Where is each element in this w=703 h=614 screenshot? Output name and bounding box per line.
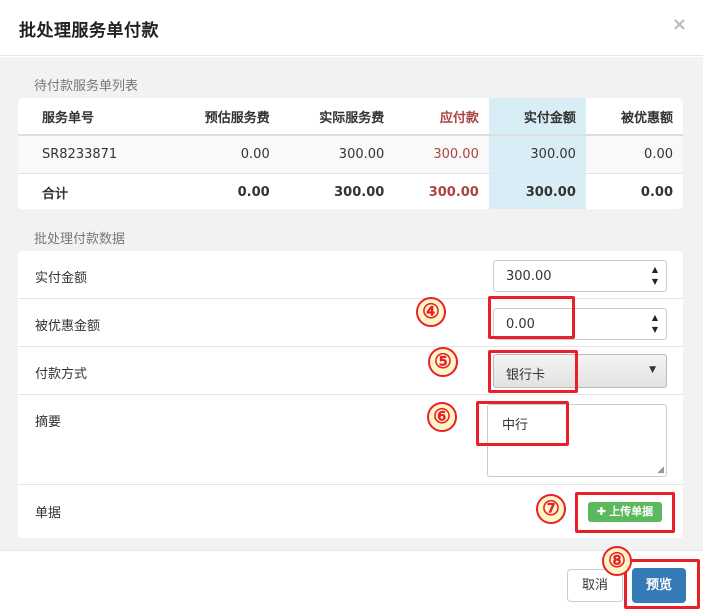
paid-amount-input[interactable]: 300.00 ▲ ▼ — [493, 260, 667, 292]
table-cell: 0.00 — [585, 172, 683, 209]
document-label: 单据 — [35, 506, 62, 521]
pending-orders-panel: 服务单号 预估服务费 实际服务费 应付款 实付金额 被优惠额 SR8233871… — [18, 98, 683, 209]
modal-body: 待付款服务单列表 服务单号 预估服务费 实际服务费 应付款 实付金额 被优惠额 … — [0, 57, 703, 550]
modal-title: 批处理服务单付款 — [19, 21, 159, 41]
paid-amount-value: 300.00 — [506, 269, 552, 284]
annotation-box-6 — [476, 401, 569, 446]
annotation-box-4 — [488, 296, 575, 339]
table-cell: 300.00 — [279, 172, 395, 209]
annotation-box-8 — [624, 559, 700, 609]
table-cell: 0.00 — [165, 134, 280, 173]
table-row: SR8233871 0.00 300.00 300.00 300.00 0.00 — [18, 134, 683, 173]
summary-row: 摘要 中行 ◢ — [18, 395, 683, 485]
pending-orders-table: 服务单号 预估服务费 实际服务费 应付款 实付金额 被优惠额 SR8233871… — [18, 98, 683, 209]
modal-footer: 取消 预览 — [0, 550, 703, 614]
table-cell: 0.00 — [585, 134, 683, 173]
payment-method-label: 付款方式 — [35, 367, 88, 382]
annotation-marker-6: ⑥ — [427, 402, 457, 432]
annotation-box-5 — [488, 350, 578, 393]
chevron-down-icon: ▼ — [649, 365, 656, 375]
annotation-marker-7: ⑦ — [536, 494, 566, 524]
annotation-box-7 — [575, 492, 675, 533]
table-cell: 300.00 — [394, 134, 489, 173]
modal-header: 批处理服务单付款 × — [0, 0, 703, 56]
table-total-row: 合计 0.00 300.00 300.00 300.00 0.00 — [18, 172, 683, 209]
batch-payment-modal: 批处理服务单付款 × 待付款服务单列表 服务单号 预估服务费 实际服务费 应付款… — [0, 0, 703, 614]
table-cell: 0.00 — [165, 172, 280, 209]
summary-label: 摘要 — [35, 415, 62, 430]
annotation-marker-8: ⑧ — [602, 546, 632, 576]
table-cell: SR8233871 — [18, 134, 166, 173]
table-header-row: 服务单号 预估服务费 实际服务费 应付款 实付金额 被优惠额 — [18, 98, 683, 136]
number-spinner-icon[interactable]: ▲ ▼ — [650, 312, 660, 336]
annotation-marker-4: ④ — [416, 297, 446, 327]
number-spinner-icon[interactable]: ▲ ▼ — [650, 264, 660, 288]
column-header: 被优惠额 — [585, 98, 683, 136]
payment-method-row: 付款方式 银行卡 ▼ — [18, 347, 683, 395]
table-cell: 300.00 — [488, 134, 586, 173]
column-header: 实际服务费 — [279, 98, 395, 136]
discount-amount-label: 被优惠金额 — [35, 319, 101, 334]
column-header: 预估服务费 — [165, 98, 280, 136]
column-header: 服务单号 — [18, 98, 166, 136]
paid-amount-row: 实付金额 300.00 ▲ ▼ — [18, 251, 683, 299]
column-header: 实付金额 — [488, 98, 586, 136]
pending-section-title: 待付款服务单列表 — [34, 79, 139, 94]
table-cell: 300.00 — [488, 172, 586, 209]
table-cell: 合计 — [18, 172, 166, 209]
table-cell: 300.00 — [394, 172, 489, 209]
discount-amount-row: 被优惠金额 0.00 ▲ ▼ — [18, 299, 683, 347]
annotation-marker-5: ⑤ — [428, 347, 458, 377]
close-icon[interactable]: × — [672, 14, 687, 35]
resize-grip-icon[interactable]: ◢ — [657, 465, 664, 475]
payment-section-title: 批处理付款数据 — [34, 232, 126, 247]
column-header: 应付款 — [394, 98, 489, 136]
table-cell: 300.00 — [279, 134, 395, 173]
paid-amount-label: 实付金额 — [35, 271, 88, 286]
